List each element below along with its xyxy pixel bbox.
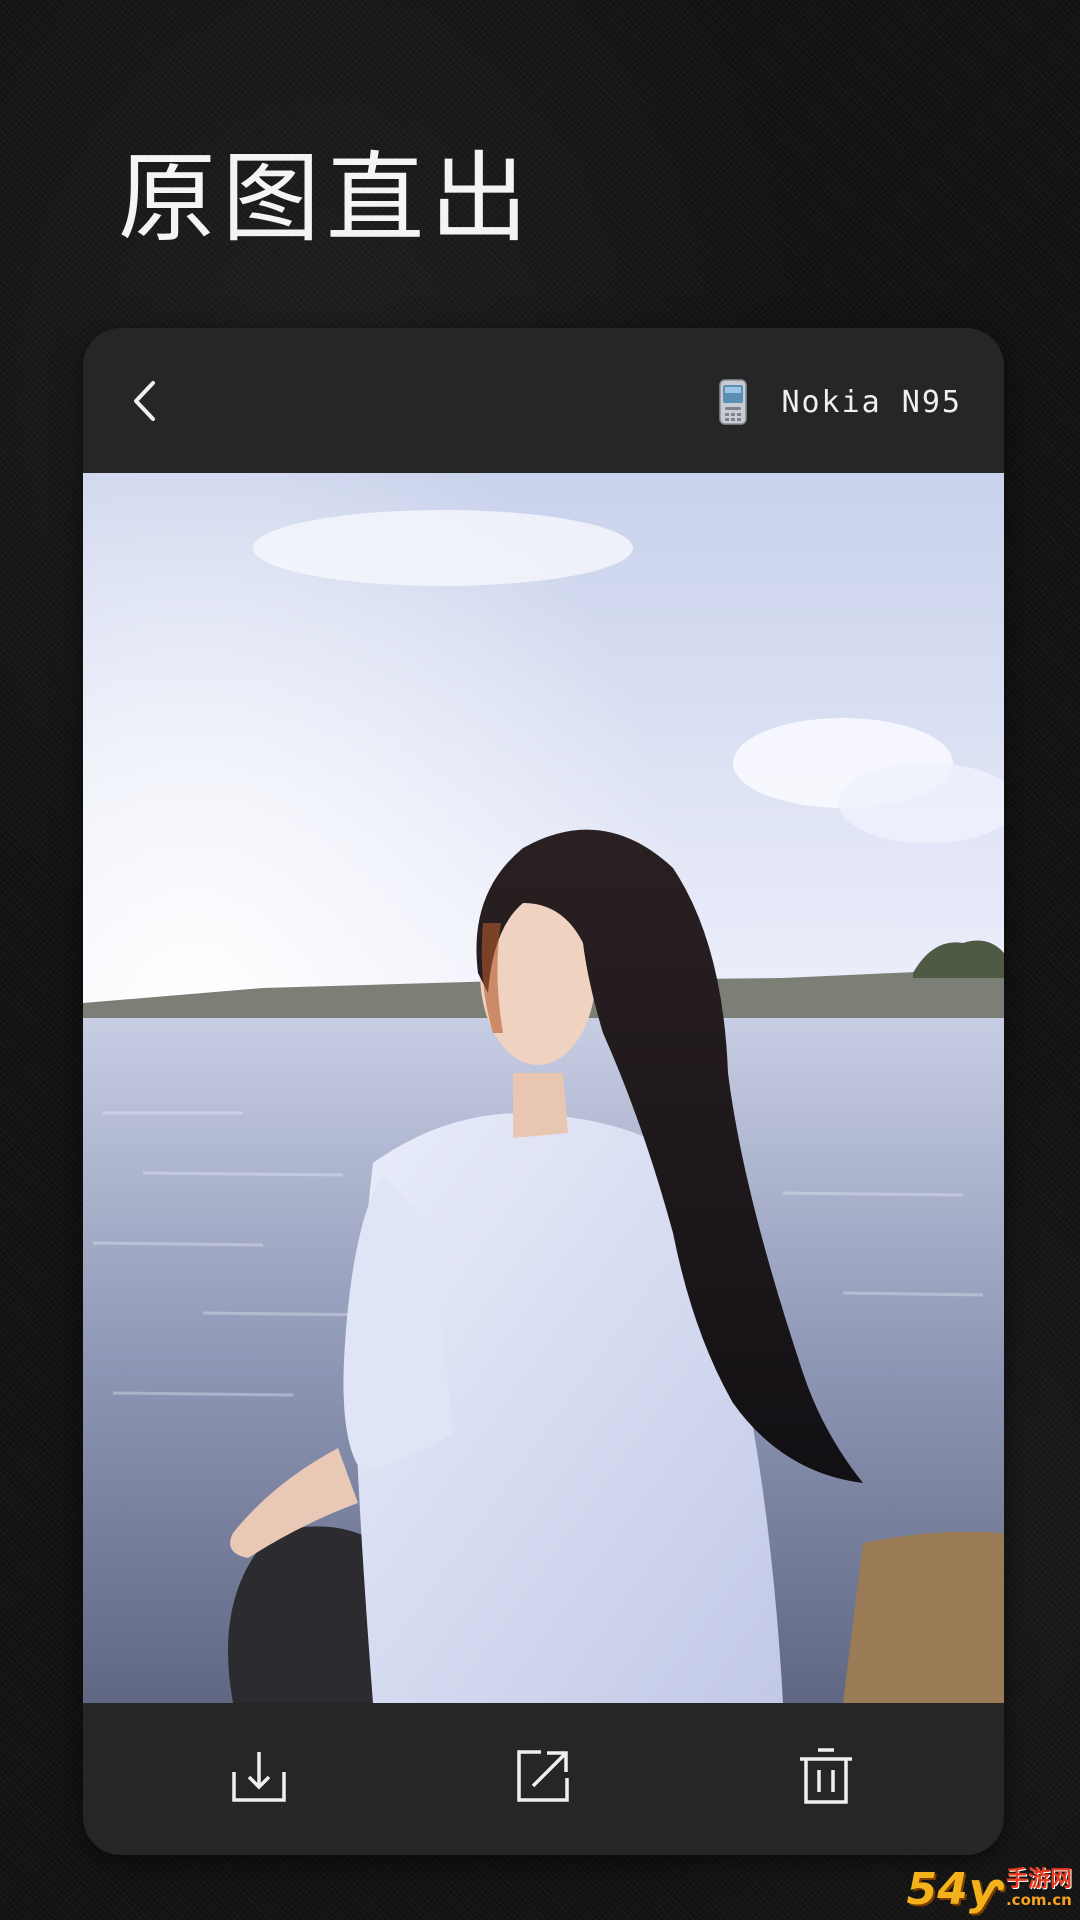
download-icon	[232, 1752, 286, 1802]
download-button[interactable]	[224, 1741, 294, 1811]
page-title: 原图直出	[118, 142, 535, 256]
device-name: Nokia N95	[781, 384, 962, 420]
site-watermark: 54ƴ 手游网 .com.cn	[907, 1868, 1073, 1912]
watermark-site-name: 手游网	[1005, 1867, 1072, 1892]
watermark-logo-text: 54ƴ	[906, 1864, 1002, 1915]
mobile-phone-icon	[719, 379, 748, 425]
share-button[interactable]	[508, 1741, 578, 1811]
chevron-left-icon	[134, 381, 155, 421]
photo-of-woman-by-water[interactable]	[83, 473, 1004, 1703]
camera-device-label[interactable]: Nokia N95	[719, 379, 962, 425]
photo-action-toolbar	[83, 1703, 1004, 1855]
delete-button[interactable]	[791, 1741, 861, 1811]
viewer-header: Nokia N95	[83, 328, 1004, 473]
photo-viewer-card: Nokia N95	[83, 328, 1004, 1855]
watermark-side: 手游网 .com.cn	[1006, 1869, 1072, 1912]
back-button[interactable]	[119, 376, 169, 426]
trash-icon	[800, 1748, 852, 1804]
share-export-icon	[517, 1750, 569, 1802]
watermark-domain: .com.cn	[1005, 1891, 1072, 1909]
